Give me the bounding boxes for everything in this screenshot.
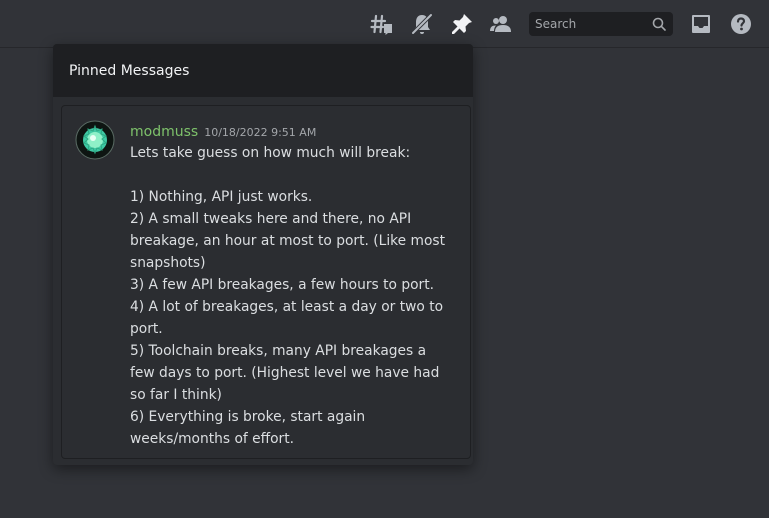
- avatar[interactable]: [75, 120, 115, 160]
- pinned-message[interactable]: modmuss 10/18/2022 9:51 AM Lets take gues…: [61, 105, 471, 459]
- search-bar[interactable]: [529, 12, 673, 36]
- members-icon[interactable]: [489, 12, 513, 36]
- threads-icon[interactable]: [370, 12, 394, 36]
- message-content: Lets take guess on how much will break: …: [130, 145, 446, 447]
- popout-title: Pinned Messages: [69, 62, 190, 79]
- search-input[interactable]: [529, 12, 655, 36]
- inbox-icon[interactable]: [689, 12, 713, 36]
- popout-header: Pinned Messages: [53, 44, 473, 97]
- channel-header-toolbar: [0, 0, 769, 48]
- help-icon[interactable]: [729, 12, 753, 36]
- pinned-messages-popout: Pinned Messages modmuss 10/18/2022 9:51 A…: [53, 44, 473, 465]
- search-icon: [651, 16, 667, 32]
- pin-icon[interactable]: [450, 12, 474, 36]
- message-header: modmuss 10/18/2022 9:51 AM: [130, 121, 316, 140]
- message-timestamp: 10/18/2022 9:51 AM: [204, 126, 317, 139]
- author-name[interactable]: modmuss: [130, 124, 198, 140]
- bell-muted-icon[interactable]: [410, 12, 434, 36]
